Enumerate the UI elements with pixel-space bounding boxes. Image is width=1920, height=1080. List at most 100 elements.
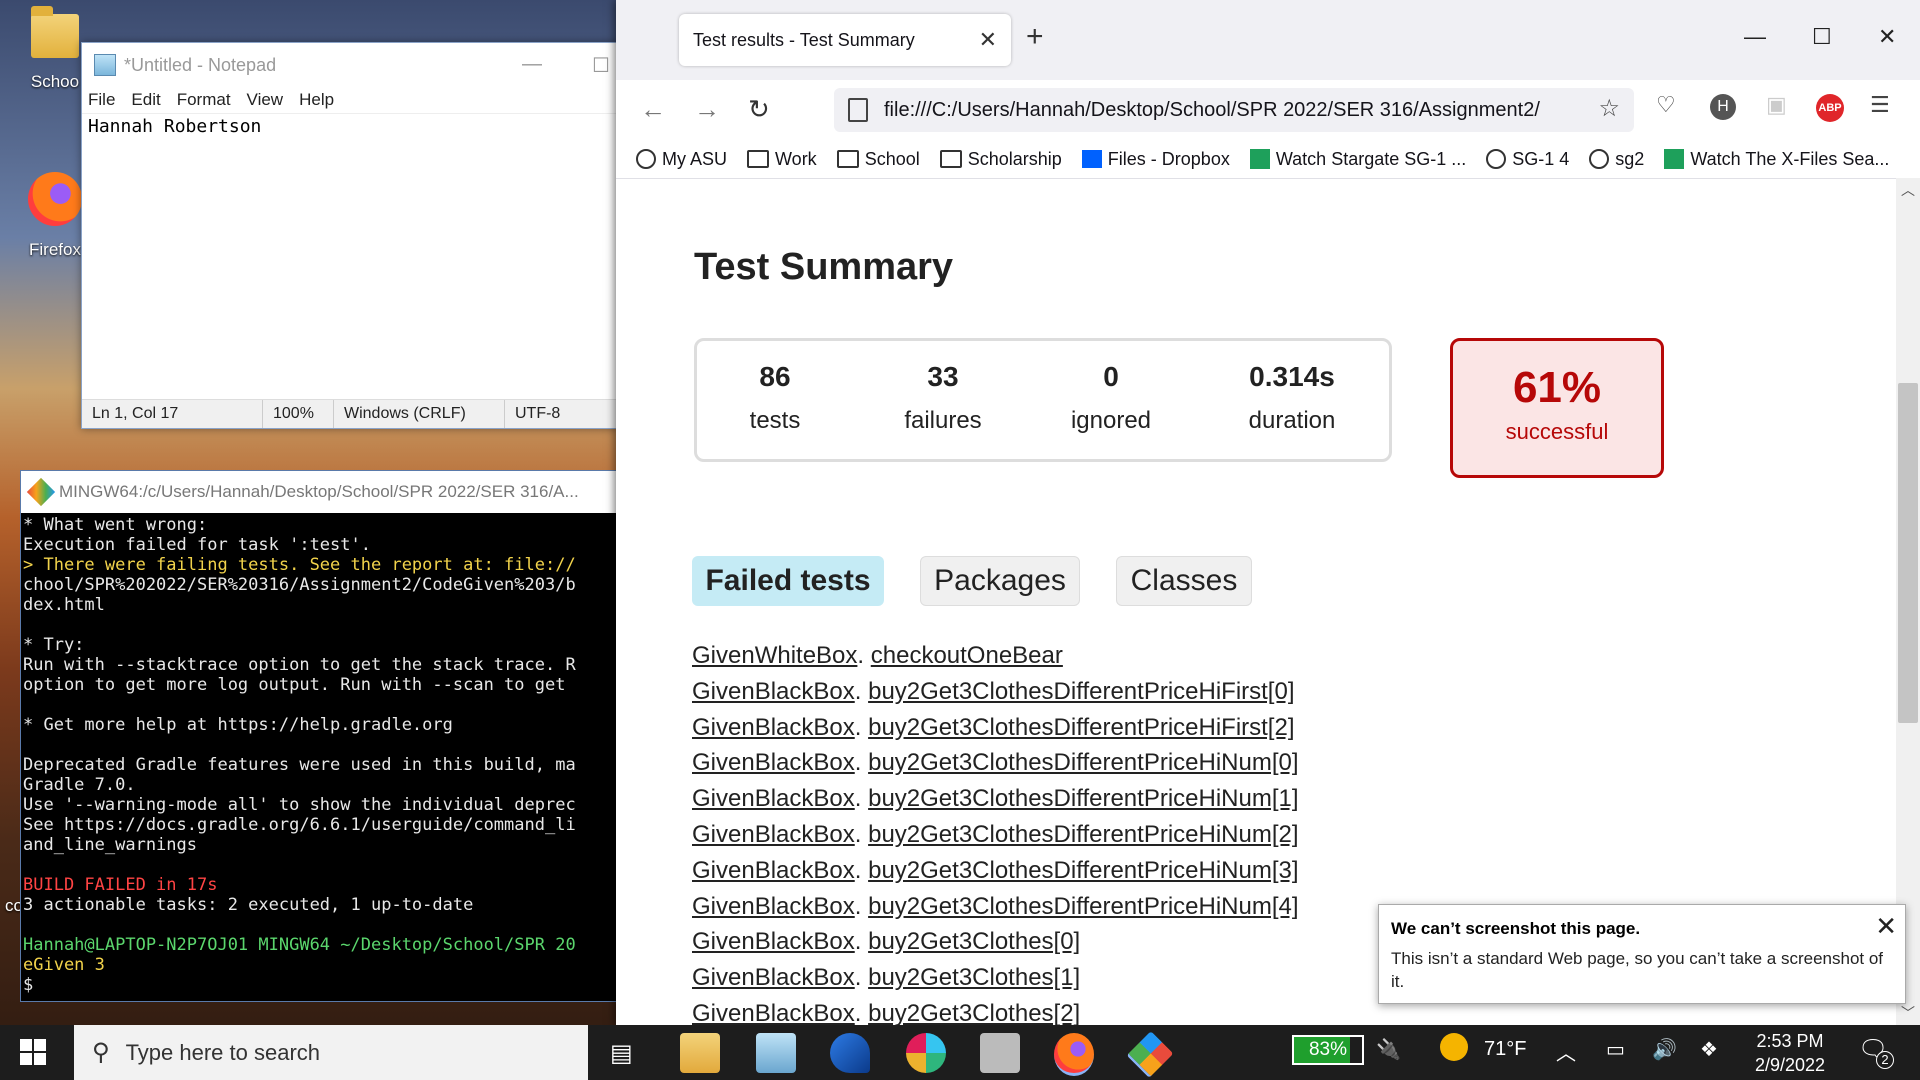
test-method-link[interactable]: buy2Get3ClothesDifferentPriceHiNum[4] [868,893,1298,920]
test-method-link[interactable]: buy2Get3ClothesDifferentPriceHiNum[3] [868,857,1298,884]
meet-icon[interactable]: ▭ [1606,1037,1625,1062]
desktop-icon-school[interactable]: Schoo [20,6,90,92]
test-method-link[interactable]: buy2Get3Clothes[0] [868,928,1080,955]
terminal-line: Deprecated Gradle features were used in … [23,755,576,775]
stat-tests: 86 tests [715,361,835,435]
bookmark-dropbox[interactable]: Files - Dropbox [1081,149,1230,170]
bookmark-my-asu[interactable]: My ASU [636,149,727,170]
terminal-titlebar[interactable]: MINGW64:/c/Users/Hannah/Desktop/School/S… [21,471,621,513]
bookmark-star-icon[interactable]: ☆ [1598,94,1620,123]
terminal-line: BUILD FAILED in 17s [23,875,218,895]
vertical-scrollbar[interactable]: ︿ ﹀ [1896,178,1920,1025]
menu-view[interactable]: View [247,90,284,110]
failed-test-row: GivenBlackBox. buy2Get3ClothesDifferentP… [692,856,1299,884]
reload-button[interactable]: ↻ [748,94,770,125]
test-class-link[interactable]: GivenWhiteBox [692,642,857,669]
screenshot-toast: ✕ We can’t screenshot this page. This is… [1378,904,1906,1004]
success-rate-value: 61% [1512,363,1602,412]
tab-test-summary[interactable]: Test results - Test Summary ✕ [679,14,1011,66]
menu-format[interactable]: Format [177,90,231,110]
bookmark-sg2[interactable]: sg2 [1589,149,1644,170]
app-icon[interactable] [980,1033,1020,1073]
bookmark-stargate[interactable]: Watch Stargate SG-1 ... [1249,149,1466,170]
test-class-link[interactable]: GivenBlackBox [692,928,855,955]
chevron-up-icon[interactable]: ︿ [1556,1037,1576,1066]
notification-count: 2 [1876,1051,1894,1069]
adblock-icon[interactable]: ABP [1816,94,1844,122]
edge-icon[interactable] [830,1033,870,1073]
test-method-link[interactable]: buy2Get3Clothes[1] [868,964,1080,991]
forward-button[interactable]: → [694,94,720,125]
profile-avatar[interactable]: H [1710,94,1736,120]
test-class-link[interactable]: GivenBlackBox [692,678,855,705]
url-bar[interactable]: file:///C:/Users/Hannah/Desktop/School/S… [834,88,1634,132]
desktop-icon-firefox[interactable]: Firefox [20,172,90,260]
bookmark-label: Watch The X-Files Sea... [1690,148,1890,169]
menu-icon[interactable]: ☰ [1870,92,1890,118]
test-class-link[interactable]: GivenBlackBox [692,749,855,776]
test-class-link[interactable]: GivenBlackBox [692,714,855,741]
notepad-window[interactable]: *Untitled - Notepad — ☐ File Edit Format… [81,42,618,429]
test-method-link[interactable]: buy2Get3ClothesDifferentPriceHiFirst[2] [868,714,1294,741]
sun-icon[interactable] [1440,1033,1468,1061]
bookmark-sg1-4[interactable]: SG-1 4 [1486,149,1569,170]
minimize-button[interactable]: — [1744,24,1766,50]
maximize-button[interactable]: ☐ [592,53,610,78]
taskbar-search[interactable]: ⚲ Type here to search [74,1025,588,1080]
file-explorer-icon[interactable] [680,1033,720,1073]
slack-icon[interactable] [906,1033,946,1073]
terminal-prompt[interactable]: $ [23,975,43,995]
clock[interactable]: 2:53 PM 2/9/2022 [1740,1029,1840,1077]
firefox-window[interactable]: Test results - Test Summary ✕ + — ☐ ✕ ← … [616,0,1920,1025]
dropbox-tray-icon[interactable]: ❖ [1700,1037,1718,1062]
notepad-text-area[interactable]: Hannah Robertson [82,113,617,368]
test-method-link[interactable]: buy2Get3Clothes[2] [868,1000,1080,1025]
scroll-up-icon[interactable]: ︿ [1901,180,1915,200]
tab-failed-tests[interactable]: Failed tests [692,556,884,606]
menu-help[interactable]: Help [299,90,334,110]
page-icon [848,98,868,122]
start-button[interactable] [20,1039,46,1065]
battery-indicator[interactable]: 83% [1292,1035,1364,1065]
test-method-link[interactable]: buy2Get3ClothesDifferentPriceHiNum[2] [868,821,1298,848]
scrollbar-thumb[interactable] [1898,383,1918,723]
test-method-link[interactable]: buy2Get3ClothesDifferentPriceHiNum[0] [868,749,1298,776]
task-view-icon[interactable]: ▤ [610,1039,633,1068]
bookmark-xfiles[interactable]: Watch The X-Files Sea... [1664,149,1889,170]
bookmark-scholarship[interactable]: Scholarship [939,149,1062,170]
globe-icon [1486,149,1507,169]
terminal-window[interactable]: MINGW64:/c/Users/Hannah/Desktop/School/S… [20,470,622,1002]
pocket-icon[interactable]: ♡ [1656,92,1676,118]
tab-classes[interactable]: Classes [1116,556,1252,606]
bookmark-work[interactable]: Work [747,149,817,170]
weather-temp[interactable]: 71°F [1484,1038,1526,1061]
bookmark-school[interactable]: School [836,149,920,170]
menu-file[interactable]: File [88,90,115,110]
firefox-taskbar-icon[interactable] [1054,1033,1094,1076]
extension-icon[interactable]: ▣ [1766,92,1787,118]
close-icon[interactable]: ✕ [1875,911,1897,942]
notepad-titlebar[interactable]: *Untitled - Notepad — ☐ [82,43,617,87]
test-class-link[interactable]: GivenBlackBox [692,821,855,848]
back-button[interactable]: ← [640,94,666,125]
test-class-link[interactable]: GivenBlackBox [692,785,855,812]
maximize-button[interactable]: ☐ [1812,24,1832,50]
test-method-link[interactable]: buy2Get3ClothesDifferentPriceHiFirst[0] [868,678,1294,705]
notepad-app-icon[interactable] [756,1033,796,1073]
close-window-button[interactable]: ✕ [1878,24,1896,50]
test-class-link[interactable]: GivenBlackBox [692,1000,855,1025]
terminal-output[interactable]: * What went wrong: Execution failed for … [21,513,621,997]
test-method-link[interactable]: checkoutOneBear [871,642,1063,669]
git-bash-taskbar-icon[interactable] [1126,1031,1174,1078]
volume-icon[interactable]: 🔊 [1652,1037,1677,1062]
test-class-link[interactable]: GivenBlackBox [692,857,855,884]
new-tab-button[interactable]: + [1026,20,1044,54]
menu-edit[interactable]: Edit [131,90,160,110]
test-class-link[interactable]: GivenBlackBox [692,893,855,920]
minimize-button[interactable]: — [522,53,542,76]
close-tab-icon[interactable]: ✕ [979,27,997,53]
test-method-link[interactable]: buy2Get3ClothesDifferentPriceHiNum[1] [868,785,1298,812]
tab-packages[interactable]: Packages [920,556,1080,606]
scroll-down-icon[interactable]: ﹀ [1901,1003,1915,1023]
test-class-link[interactable]: GivenBlackBox [692,964,855,991]
